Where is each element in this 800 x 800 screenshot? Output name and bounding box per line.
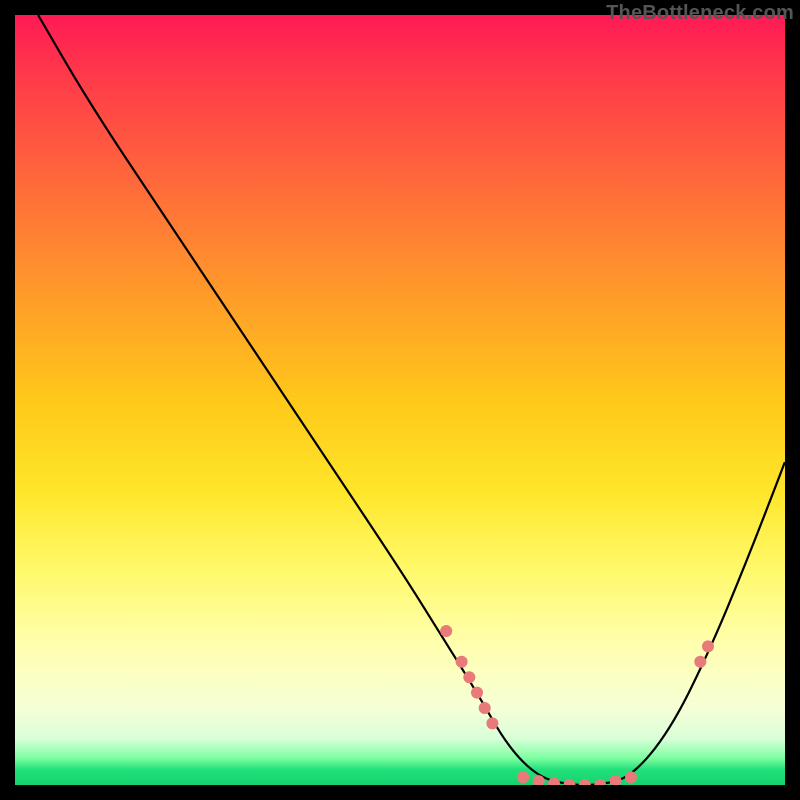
data-point — [548, 778, 560, 786]
bottleneck-curve — [38, 15, 785, 785]
watermark-text: TheBottleneck.com — [606, 2, 794, 25]
data-point — [440, 625, 452, 637]
data-point — [610, 775, 622, 785]
data-point — [625, 771, 637, 783]
data-point — [517, 771, 529, 783]
data-point — [456, 656, 468, 668]
data-point — [594, 779, 606, 785]
chart-svg — [15, 15, 785, 785]
chart-frame — [15, 15, 785, 785]
data-point — [471, 687, 483, 699]
data-point — [702, 640, 714, 652]
data-point — [486, 717, 498, 729]
data-point — [563, 779, 575, 785]
data-point — [579, 779, 591, 785]
data-point — [463, 671, 475, 683]
data-point — [694, 656, 706, 668]
data-point — [479, 702, 491, 714]
marker-group — [440, 625, 714, 785]
